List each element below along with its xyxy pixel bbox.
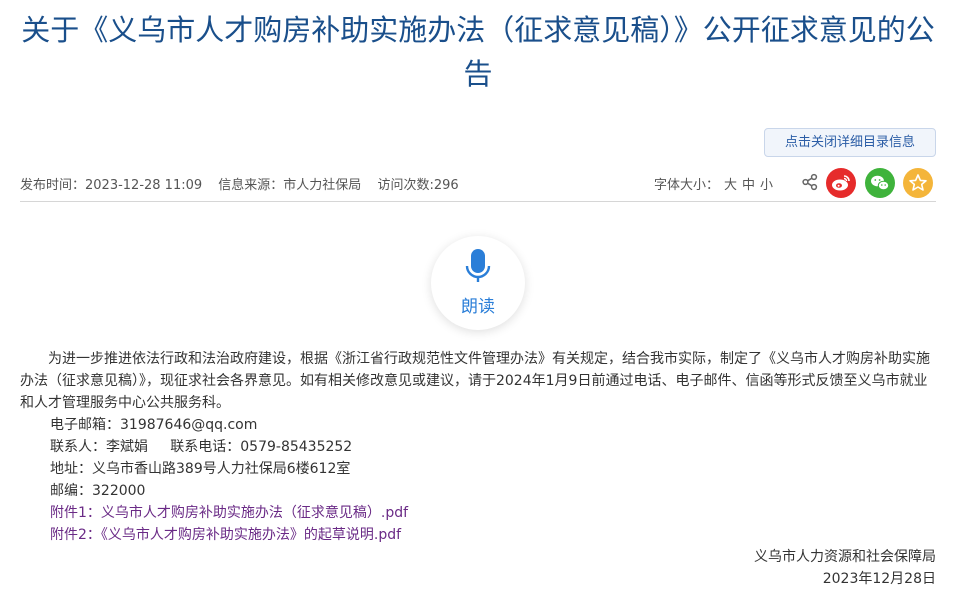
star-icon [909,174,927,191]
weibo-icon [832,175,850,191]
toggle-directory-button[interactable]: 点击关闭详细目录信息 [764,128,936,157]
attachment-link-2[interactable]: 附件2：《义乌市人才购房补助实施办法》的起草说明.pdf [50,527,401,543]
contact-person: 联系人：李斌娟 [50,439,148,455]
attachment-row-2: 附件2：《义乌市人才购房补助实施办法》的起草说明.pdf [20,524,936,546]
contact-postcode: 邮编：322000 [50,483,146,499]
wechat-icon [871,175,890,191]
contact-email: 电子邮箱：31987646@qq.com [50,417,258,433]
favorite-button[interactable] [903,168,933,198]
font-size-control: 字体大小： 大中小 [654,174,773,193]
wechat-share-button[interactable] [865,168,895,198]
signature-org: 义乌市人力资源和社会保障局 [754,549,936,565]
info-source: 信息来源：市人力社保局 [218,178,362,193]
font-size-medium[interactable]: 中 [742,178,755,193]
publish-time: 发布时间：2023-12-28 11:09 [20,178,203,193]
article-meta-bar: 发布时间：2023-12-28 11:09 信息来源：市人力社保局 访问次数:2… [20,166,936,202]
share-icon[interactable] [800,172,820,192]
body-paragraph: 为进一步推进依法行政和法治政府建设，根据《浙江省行政规范性文件管理办法》有关规定… [20,351,930,411]
signature-block: 义乌市人力资源和社会保障局 2023年12月28日 [754,546,936,590]
article-meta-info: 发布时间：2023-12-28 11:09 信息来源：市人力社保局 访问次数:2… [20,174,471,193]
weibo-share-button[interactable] [826,168,856,198]
attachment-row-1: 附件1：义乌市人才购房补助实施办法（征求意见稿）.pdf [20,502,936,524]
font-size-small[interactable]: 小 [760,178,773,193]
signature-date: 2023年12月28日 [822,571,936,587]
microphone-icon [465,249,491,282]
font-size-large[interactable]: 大 [724,178,737,193]
contact-phone: 联系电话：0579-85435252 [170,439,353,455]
read-aloud-label: 朗读 [461,297,495,317]
attachment-link-1[interactable]: 附件1：义乌市人才购房补助实施办法（征求意见稿）.pdf [50,505,408,521]
visit-count: 访问次数:296 [377,178,459,193]
font-size-label: 字体大小： [654,178,720,193]
article-body: 为进一步推进依法行政和法治政府建设，根据《浙江省行政规范性文件管理办法》有关规定… [20,348,936,546]
page-title: 关于《义乌市人才购房补助实施办法（征求意见稿）》公开征求意见的公告 [21,13,935,91]
contact-info: 联系人：李斌娟 联系电话：0579-85435252 [20,436,936,458]
read-aloud-button[interactable]: 朗读 [431,236,525,330]
contact-address: 地址：义乌市香山路389号人力社保局6楼612室 [50,461,351,477]
